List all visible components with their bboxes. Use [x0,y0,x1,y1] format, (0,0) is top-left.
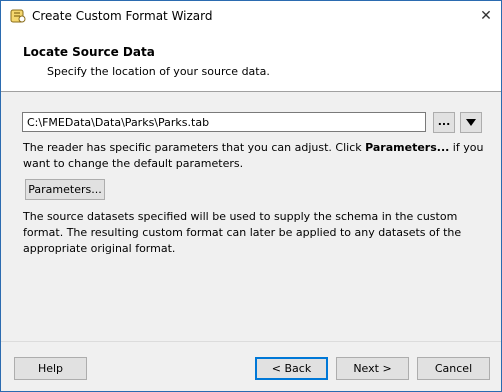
footer-divider [1,341,501,342]
close-icon[interactable]: ✕ [471,1,501,31]
browse-button[interactable]: ... [433,112,455,133]
wizard-header: Locate Source Data Specify the location … [1,31,501,92]
cancel-button[interactable]: Cancel [417,357,490,380]
reader-info-part1: The reader has specific parameters that … [23,141,366,154]
reader-info-bold: Parameters... [365,141,450,154]
triangle-down-icon [466,119,476,126]
reader-info-text: The reader has specific parameters that … [23,140,493,172]
next-button[interactable]: Next > [336,357,409,380]
title-bar: Create Custom Format Wizard ✕ [1,1,501,31]
help-button[interactable]: Help [14,357,87,380]
parameters-button[interactable]: Parameters... [25,179,105,200]
source-path-input[interactable] [22,112,426,132]
page-subtitle: Specify the location of your source data… [47,65,270,78]
wizard-window: Create Custom Format Wizard ✕ Locate Sou… [0,0,502,392]
window-title: Create Custom Format Wizard [32,9,213,23]
page-title: Locate Source Data [23,45,155,59]
app-icon [10,9,26,23]
back-button[interactable]: < Back [255,357,328,380]
source-dropdown-button[interactable] [460,112,482,133]
schema-info-text: The source datasets specified will be us… [23,210,462,255]
